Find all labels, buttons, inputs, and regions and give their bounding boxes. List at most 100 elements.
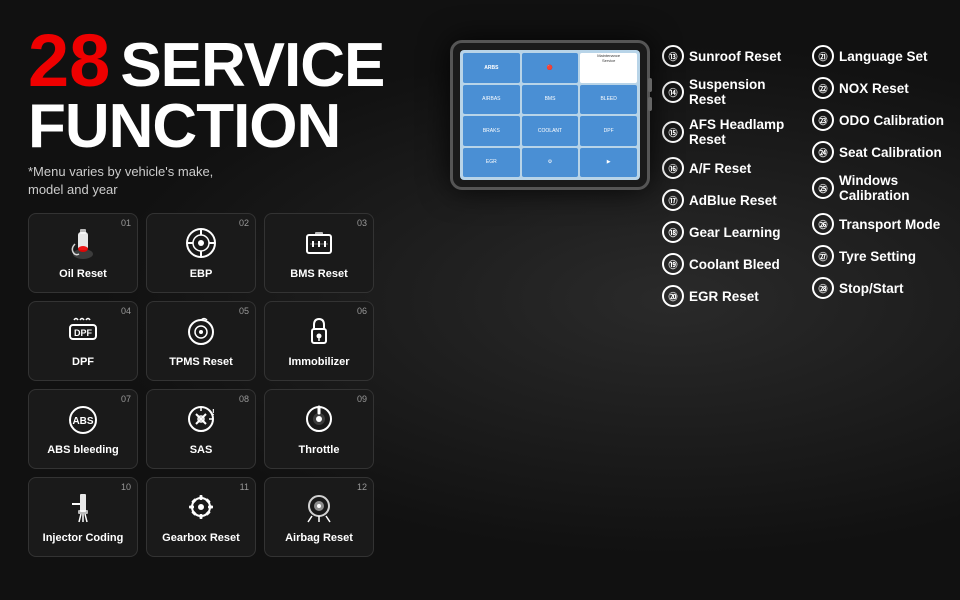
service-num-13: ⑬	[662, 45, 684, 67]
service-item-17: ⑰ AdBlue Reset	[660, 184, 800, 216]
service-item-19: ⑲ Coolant Bleed	[660, 248, 800, 280]
service-label-18: Gear Learning	[689, 225, 781, 240]
service-num-22: ㉒	[812, 77, 834, 99]
card-tpms: 05 TPMS Reset	[146, 301, 256, 381]
card-label-07: ABS bleeding	[47, 444, 119, 456]
injector-icon	[62, 486, 104, 528]
service-label-19: Coolant Bleed	[689, 257, 780, 272]
card-num-07: 07	[121, 394, 131, 404]
card-injector: 10 Injector Coding	[28, 477, 138, 557]
service-label-27: Tyre Setting	[839, 249, 916, 264]
card-label-09: Throttle	[299, 444, 340, 456]
service-num-27: ㉗	[812, 245, 834, 267]
bms-icon	[298, 222, 340, 264]
service-item-27: ㉗ Tyre Setting	[810, 240, 950, 272]
service-label-21: Language Set	[839, 49, 928, 64]
card-num-05: 05	[239, 306, 249, 316]
abs-icon: ABS	[62, 398, 104, 440]
service-item-25: ㉕ Windows Calibration	[810, 168, 950, 208]
service-label-15: AFS Headlamp Reset	[689, 117, 798, 147]
service-item-15: ⑮ AFS Headlamp Reset	[660, 112, 800, 152]
device-area: ARBS 🔴 MaintenanceService AIRBAS BMS BLE…	[440, 20, 660, 590]
card-oil-reset: 01 Oil Reset	[28, 213, 138, 293]
tpms-icon	[180, 310, 222, 352]
card-label-01: Oil Reset	[59, 268, 107, 280]
service-num-16: ⑯	[662, 157, 684, 179]
service-num-28: ㉘	[812, 277, 834, 299]
service-label-23: ODO Calibration	[839, 113, 944, 128]
card-num-03: 03	[357, 218, 367, 228]
service-col2: ㉑ Language Set ㉒ NOX Reset ㉓ ODO Calibra…	[810, 40, 950, 312]
service-label-16: A/F Reset	[689, 161, 751, 176]
card-gearbox: 11 Gearbox Reset	[146, 477, 256, 557]
service-col1: ⑬ Sunroof Reset ⑭ Suspension Reset ⑮ AFS…	[660, 40, 800, 312]
headline: 28 SERVICE FUNCTION *Menu varies by vehi…	[28, 24, 410, 199]
service-num-26: ㉖	[812, 213, 834, 235]
service-label-14: Suspension Reset	[689, 77, 798, 107]
card-dpf: 04 DPF DPF	[28, 301, 138, 381]
function-text: FUNCTION	[28, 98, 410, 157]
service-lists: ⑬ Sunroof Reset ⑭ Suspension Reset ⑮ AFS…	[660, 20, 950, 590]
main-content: 28 SERVICE FUNCTION *Menu varies by vehi…	[0, 0, 960, 600]
icon-grid: 01 Oil Reset 02	[28, 213, 410, 557]
card-immobilizer: 06 Immobilizer	[264, 301, 374, 381]
service-item-28: ㉘ Stop/Start	[810, 272, 950, 304]
card-num-02: 02	[239, 218, 249, 228]
service-num-23: ㉓	[812, 109, 834, 131]
card-label-11: Gearbox Reset	[162, 532, 240, 544]
card-airbag: 12 Airbag Reset	[264, 477, 374, 557]
card-ebp: 02 EBP	[146, 213, 256, 293]
service-label-20: EGR Reset	[689, 289, 759, 304]
card-num-10: 10	[121, 482, 131, 492]
card-num-11: 11	[240, 482, 249, 492]
service-num-19: ⑲	[662, 253, 684, 275]
service-num-18: ⑱	[662, 221, 684, 243]
card-label-12: Airbag Reset	[285, 532, 353, 544]
service-num-20: ⑳	[662, 285, 684, 307]
immobilizer-icon	[298, 310, 340, 352]
card-num-09: 09	[357, 394, 367, 404]
card-sas: 08 ! SAS	[146, 389, 256, 469]
service-item-26: ㉖ Transport Mode	[810, 208, 950, 240]
service-num-17: ⑰	[662, 189, 684, 211]
card-label-02: EBP	[190, 268, 213, 280]
left-panel: 28 SERVICE FUNCTION *Menu varies by vehi…	[0, 0, 430, 600]
subtitle: *Menu varies by vehicle's make, model an…	[28, 163, 410, 199]
card-num-12: 12	[357, 482, 367, 492]
service-label-13: Sunroof Reset	[689, 49, 781, 64]
service-label-28: Stop/Start	[839, 281, 904, 296]
service-num-15: ⑮	[662, 121, 684, 143]
service-item-14: ⑭ Suspension Reset	[660, 72, 800, 112]
service-item-24: ㉔ Seat Calibration	[810, 136, 950, 168]
dpf-icon: DPF	[62, 310, 104, 352]
card-label-06: Immobilizer	[288, 356, 349, 368]
service-item-13: ⑬ Sunroof Reset	[660, 40, 800, 72]
card-num-01: 01	[121, 218, 131, 228]
service-num-21: ㉑	[812, 45, 834, 67]
service-item-18: ⑱ Gear Learning	[660, 216, 800, 248]
card-label-05: TPMS Reset	[169, 356, 233, 368]
service-item-23: ㉓ ODO Calibration	[810, 104, 950, 136]
service-item-22: ㉒ NOX Reset	[810, 72, 950, 104]
service-num-24: ㉔	[812, 141, 834, 163]
sas-icon: !	[180, 398, 222, 440]
card-abs: 07 ABS ABS bleeding	[28, 389, 138, 469]
gearbox-icon	[180, 486, 222, 528]
service-item-21: ㉑ Language Set	[810, 40, 950, 72]
card-label-04: DPF	[72, 356, 94, 368]
service-item-16: ⑯ A/F Reset	[660, 152, 800, 184]
service-num-25: ㉕	[812, 177, 834, 199]
service-text: SERVICE	[120, 35, 384, 97]
service-item-20: ⑳ EGR Reset	[660, 280, 800, 312]
card-label-10: Injector Coding	[43, 532, 124, 544]
number-28: 28	[28, 24, 110, 98]
card-num-06: 06	[357, 306, 367, 316]
service-label-17: AdBlue Reset	[689, 193, 777, 208]
service-label-24: Seat Calibration	[839, 145, 942, 160]
card-throttle: 09 Throttle	[264, 389, 374, 469]
right-panel: ARBS 🔴 MaintenanceService AIRBAS BMS BLE…	[430, 0, 960, 600]
card-bms-reset: 03 BMS Reset	[264, 213, 374, 293]
service-label-22: NOX Reset	[839, 81, 909, 96]
card-label-03: BMS Reset	[290, 268, 347, 280]
svg-text:ABS: ABS	[72, 416, 93, 427]
